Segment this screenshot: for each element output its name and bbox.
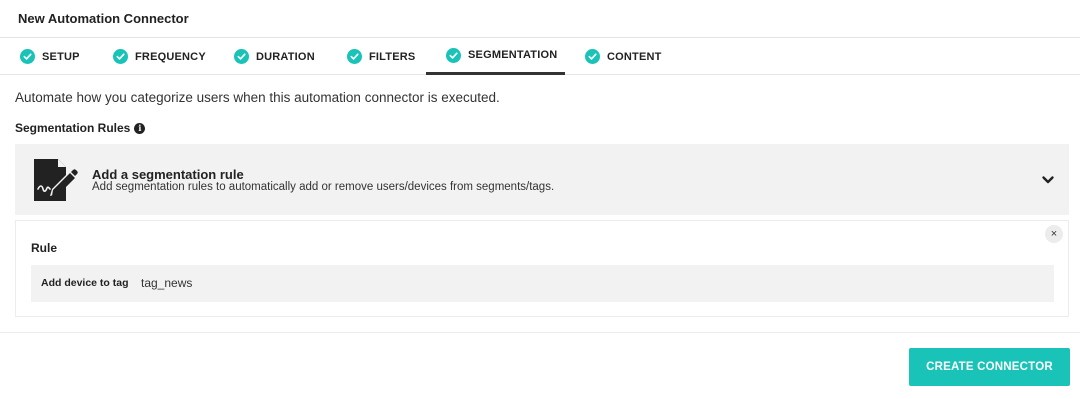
tab-label: DURATION <box>256 50 315 63</box>
footer-divider <box>0 332 1080 333</box>
add-segmentation-rule-panel[interactable]: Add a segmentation rule Add segmentation… <box>15 144 1069 215</box>
tab-label: FREQUENCY <box>135 50 206 63</box>
chevron-down-icon[interactable] <box>1041 173 1055 187</box>
check-circle-icon <box>347 49 362 64</box>
panel-subtitle: Add segmentation rules to automatically … <box>92 181 555 193</box>
check-circle-icon <box>446 47 461 63</box>
rule-key: Add device to tag <box>41 277 129 289</box>
tab-label: FILTERS <box>369 50 416 63</box>
check-circle-icon <box>20 49 35 64</box>
tab-setup[interactable]: SETUP <box>20 38 80 75</box>
tab-label: SEGMENTATION <box>468 49 558 61</box>
info-icon[interactable]: i <box>134 122 146 134</box>
rule-row: Add device to tag tag_news <box>31 265 1054 302</box>
document-edit-icon <box>34 159 78 201</box>
check-circle-icon <box>234 49 249 64</box>
tab-content[interactable]: CONTENT <box>585 38 662 75</box>
page-title: New Automation Connector <box>18 11 189 26</box>
tab-duration[interactable]: DURATION <box>234 38 315 75</box>
wizard-tabs: SETUP FREQUENCY DURATION FILTERS SEGMENT… <box>0 38 1080 75</box>
check-circle-icon <box>585 49 600 64</box>
segmentation-rules-heading: Segmentation Rules i <box>15 121 146 135</box>
close-icon[interactable]: × <box>1045 225 1063 243</box>
tab-filters[interactable]: FILTERS <box>347 38 415 75</box>
section-description: Automate how you categorize users when t… <box>15 90 500 105</box>
tab-label: CONTENT <box>607 50 662 63</box>
tab-frequency[interactable]: FREQUENCY <box>113 38 206 75</box>
segmentation-rules-label: Segmentation Rules <box>15 121 131 135</box>
rule-label: Rule <box>31 241 58 255</box>
rule-card: Rule × Add device to tag tag_news <box>15 220 1069 317</box>
tab-label: SETUP <box>42 50 80 63</box>
create-connector-button[interactable]: CREATE CONNECTOR <box>909 348 1070 386</box>
tab-segmentation[interactable]: SEGMENTATION <box>426 38 565 75</box>
panel-title: Add a segmentation rule <box>92 167 244 182</box>
rule-value: tag_news <box>141 276 193 290</box>
window-titlebar: New Automation Connector <box>0 0 1080 38</box>
check-circle-icon <box>113 49 128 64</box>
